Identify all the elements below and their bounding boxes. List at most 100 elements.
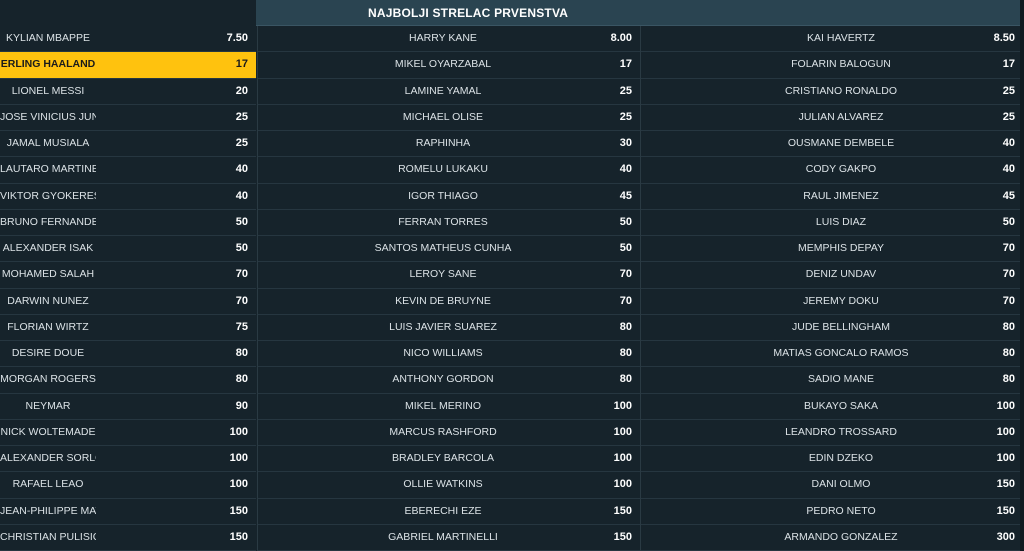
player-odds-row[interactable]: RAPHINHA 30 (258, 131, 640, 158)
odds-value[interactable]: 150 (572, 525, 632, 550)
player-odds-row[interactable]: LIONEL MESSI 20 (0, 79, 256, 105)
odds-value[interactable]: 70 (955, 289, 1015, 314)
player-odds-row[interactable]: JULIAN ALVAREZ 25 (641, 105, 1021, 131)
odds-value[interactable]: 100 (955, 420, 1015, 445)
odds-value[interactable]: 25 (188, 131, 248, 156)
odds-value[interactable]: 50 (572, 236, 632, 261)
player-odds-row[interactable]: MEMPHIS DEPAY 70 (641, 236, 1021, 263)
player-odds-row[interactable]: ALEXANDER SORLOTH 100 (0, 446, 256, 473)
odds-value[interactable]: 50 (188, 210, 248, 235)
odds-value[interactable]: 25 (572, 79, 632, 104)
odds-value[interactable]: 90 (188, 394, 248, 419)
odds-value[interactable]: 45 (955, 184, 1015, 209)
player-odds-row[interactable]: GABRIEL MARTINELLI 150 (258, 525, 640, 551)
player-odds-row[interactable]: ROMELU LUKAKU 40 (258, 157, 640, 184)
player-odds-row[interactable]: NICK WOLTEMADE 100 (0, 420, 256, 446)
odds-value[interactable]: 8.00 (572, 26, 632, 51)
player-odds-row[interactable]: PEDRO NETO 150 (641, 499, 1021, 525)
odds-value[interactable]: 40 (188, 157, 248, 182)
player-odds-row[interactable]: LAUTARO MARTINEZ 40 (0, 157, 256, 184)
odds-value[interactable]: 100 (572, 420, 632, 445)
player-odds-row[interactable]: EBERECHI EZE 150 (258, 499, 640, 525)
odds-value[interactable]: 17 (188, 52, 248, 77)
player-odds-row[interactable]: NICO WILLIAMS 80 (258, 341, 640, 368)
player-odds-row[interactable]: VIKTOR GYOKERES 40 (0, 184, 256, 210)
player-odds-row[interactable]: DARWIN NUNEZ 70 (0, 289, 256, 315)
player-odds-row[interactable]: EDIN DZEKO 100 (641, 446, 1021, 473)
odds-value[interactable]: 25 (955, 105, 1015, 130)
player-odds-row[interactable]: JOSE VINICIUS JUNIOR 25 (0, 105, 256, 131)
odds-value[interactable]: 80 (955, 341, 1015, 366)
player-odds-row[interactable]: KYLIAN MBAPPE 7.50 (0, 26, 256, 53)
odds-value[interactable]: 25 (188, 105, 248, 130)
odds-value[interactable]: 100 (188, 472, 248, 497)
player-odds-row[interactable]: JEAN-PHILIPPE MATETA 150 (0, 499, 256, 525)
odds-value[interactable]: 100 (572, 472, 632, 497)
player-odds-row[interactable]: LEROY SANE 70 (258, 262, 640, 289)
odds-value[interactable]: 7.50 (188, 26, 248, 51)
player-odds-row[interactable]: RAFAEL LEAO 100 (0, 472, 256, 499)
player-odds-row[interactable]: KEVIN DE BRUYNE 70 (258, 289, 640, 315)
player-odds-row[interactable]: LEANDRO TROSSARD 100 (641, 420, 1021, 446)
player-odds-row[interactable]: BUKAYO SAKA 100 (641, 394, 1021, 420)
odds-value[interactable]: 25 (572, 105, 632, 130)
odds-value[interactable]: 45 (572, 184, 632, 209)
odds-value[interactable]: 100 (188, 420, 248, 445)
odds-value[interactable]: 8.50 (955, 26, 1015, 51)
player-odds-row[interactable]: FOLARIN BALOGUN 17 (641, 52, 1021, 79)
odds-value[interactable]: 40 (955, 131, 1015, 156)
player-odds-row[interactable]: SADIO MANE 80 (641, 367, 1021, 394)
odds-value[interactable]: 150 (188, 499, 248, 524)
odds-value[interactable]: 80 (572, 367, 632, 392)
player-odds-row[interactable]: LUIS DIAZ 50 (641, 210, 1021, 236)
player-odds-row[interactable]: NEYMAR 90 (0, 394, 256, 420)
odds-value[interactable]: 100 (955, 446, 1015, 471)
player-odds-row[interactable]: MIKEL OYARZABAL 17 (258, 52, 640, 79)
odds-value[interactable]: 75 (188, 315, 248, 340)
odds-value[interactable]: 50 (188, 236, 248, 261)
player-odds-row[interactable]: DENIZ UNDAV 70 (641, 262, 1021, 289)
player-odds-row[interactable]: FERRAN TORRES 50 (258, 210, 640, 236)
player-odds-row[interactable]: ERLING HAALAND 17 (0, 52, 256, 79)
player-odds-row[interactable]: CHRISTIAN PULISIC 150 (0, 525, 256, 551)
player-odds-row[interactable]: JAMAL MUSIALA 25 (0, 131, 256, 158)
odds-value[interactable]: 50 (572, 210, 632, 235)
odds-value[interactable]: 100 (572, 446, 632, 471)
odds-value[interactable]: 70 (955, 236, 1015, 261)
player-odds-row[interactable]: ANTHONY GORDON 80 (258, 367, 640, 394)
player-odds-row[interactable]: JUDE BELLINGHAM 80 (641, 315, 1021, 341)
player-odds-row[interactable]: OLLIE WATKINS 100 (258, 472, 640, 499)
odds-value[interactable]: 30 (572, 131, 632, 156)
odds-value[interactable]: 150 (955, 472, 1015, 497)
player-odds-row[interactable]: JEREMY DOKU 70 (641, 289, 1021, 315)
scrollbar-track[interactable] (1020, 0, 1024, 551)
odds-value[interactable]: 80 (188, 341, 248, 366)
odds-value[interactable]: 70 (572, 262, 632, 287)
player-odds-row[interactable]: KAI HAVERTZ 8.50 (641, 26, 1021, 53)
player-odds-row[interactable]: SANTOS MATHEUS CUNHA 50 (258, 236, 640, 263)
odds-value[interactable]: 70 (572, 289, 632, 314)
player-odds-row[interactable]: IGOR THIAGO 45 (258, 184, 640, 210)
odds-value[interactable]: 80 (572, 315, 632, 340)
odds-value[interactable]: 70 (188, 289, 248, 314)
odds-value[interactable]: 17 (955, 52, 1015, 77)
odds-value[interactable]: 100 (188, 446, 248, 471)
player-odds-row[interactable]: DANI OLMO 150 (641, 472, 1021, 499)
odds-value[interactable]: 40 (572, 157, 632, 182)
player-odds-row[interactable]: HARRY KANE 8.00 (258, 26, 640, 53)
player-odds-row[interactable]: MICHAEL OLISE 25 (258, 105, 640, 131)
player-odds-row[interactable]: MOHAMED SALAH 70 (0, 262, 256, 289)
player-odds-row[interactable]: DESIRE DOUE 80 (0, 341, 256, 368)
odds-value[interactable]: 80 (955, 315, 1015, 340)
odds-value[interactable]: 20 (188, 79, 248, 104)
player-odds-row[interactable]: OUSMANE DEMBELE 40 (641, 131, 1021, 158)
player-odds-row[interactable]: BRUNO FERNANDES 50 (0, 210, 256, 236)
odds-value[interactable]: 40 (955, 157, 1015, 182)
player-odds-row[interactable]: LAMINE YAMAL 25 (258, 79, 640, 105)
odds-value[interactable]: 300 (955, 525, 1015, 550)
player-odds-row[interactable]: MORGAN ROGERS 80 (0, 367, 256, 394)
odds-value[interactable]: 70 (955, 262, 1015, 287)
player-odds-row[interactable]: CODY GAKPO 40 (641, 157, 1021, 184)
odds-value[interactable]: 80 (188, 367, 248, 392)
odds-value[interactable]: 17 (572, 52, 632, 77)
